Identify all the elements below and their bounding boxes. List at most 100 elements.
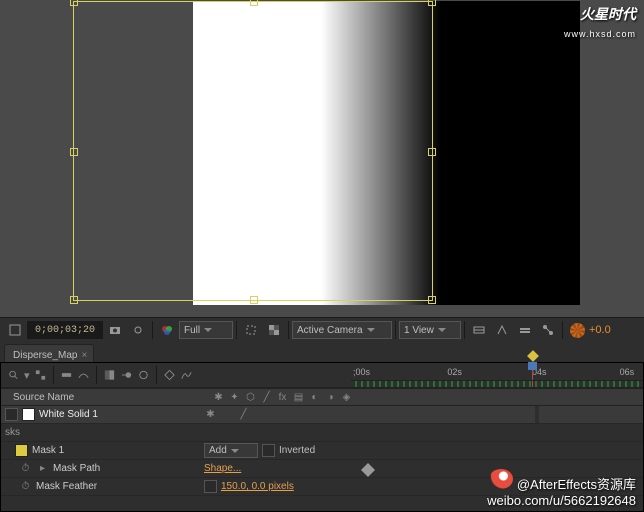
snapshot-button[interactable] xyxy=(104,320,126,340)
layer-row-white-solid[interactable]: White Solid 1 ✱ ╱ xyxy=(1,406,643,424)
fast-previews-button[interactable] xyxy=(491,320,513,340)
ruler-tick: ;00s xyxy=(353,367,370,377)
weibo-logo-icon xyxy=(489,469,513,489)
handle-bot-right[interactable] xyxy=(428,296,436,304)
masks-header-row: sks xyxy=(1,424,643,442)
av-motionblur-icon: ◐ xyxy=(308,391,321,404)
reset-exposure-button[interactable] xyxy=(566,320,588,340)
exposure-icon xyxy=(570,323,585,338)
tab-label: Disperse_Map xyxy=(13,350,77,361)
handle-mid-right[interactable] xyxy=(428,148,436,156)
camera-view-dropdown[interactable]: Active Camera xyxy=(292,321,392,339)
always-preview-button[interactable] xyxy=(4,320,26,340)
ruler-tick: 02s xyxy=(447,367,462,377)
constrain-proportions-checkbox[interactable] xyxy=(204,480,217,493)
close-icon[interactable]: × xyxy=(81,350,87,361)
flowchart-button[interactable] xyxy=(537,320,559,340)
watermark-top: 火星时代 www.hxsd.com xyxy=(564,4,636,40)
mask-feather-label: Mask Feather xyxy=(36,481,97,492)
layer-color-swatch[interactable] xyxy=(22,408,35,421)
mask-row[interactable]: Mask 1 Add Inverted xyxy=(1,442,643,460)
timeline-button[interactable] xyxy=(514,320,536,340)
graph-editor-button[interactable] xyxy=(180,369,193,382)
draft-3d-button[interactable] xyxy=(60,369,73,382)
timeline-track-header xyxy=(367,389,643,405)
stopwatch-icon[interactable]: ⏱ xyxy=(19,480,32,493)
av-shy-icon: ✱ xyxy=(212,391,225,404)
mask-mode-dropdown[interactable]: Add xyxy=(204,443,258,458)
cache-indicator xyxy=(351,380,643,387)
resolution-label: Full xyxy=(184,325,200,336)
chevron-down-icon xyxy=(204,328,212,332)
watermark-url: www.hxsd.com xyxy=(564,29,636,39)
video-toggle[interactable] xyxy=(5,408,18,421)
chevron-down-icon xyxy=(438,328,446,332)
quality-switch[interactable]: ╱ xyxy=(237,408,250,421)
av-collapse-icon: ⬡ xyxy=(244,391,257,404)
mask-inverted-checkbox[interactable] xyxy=(262,444,275,457)
view-count-dropdown[interactable]: 1 View xyxy=(399,321,461,339)
mask-color-swatch[interactable] xyxy=(15,444,28,457)
auto-keyframe-button[interactable] xyxy=(163,369,176,382)
handle-top-mid[interactable] xyxy=(250,0,258,6)
expand-icon[interactable]: ▸ xyxy=(36,462,49,475)
viewer-toolbar: 0;00;03;20 Full Active Camera 1 View +0.… xyxy=(0,317,644,343)
av-fx-icon: ✦ xyxy=(228,391,241,404)
keyframe-marker-icon xyxy=(526,349,540,363)
tab-disperse-map[interactable]: Disperse_Map × xyxy=(4,344,94,364)
resolution-dropdown[interactable]: Full xyxy=(179,321,233,339)
show-snapshot-button[interactable] xyxy=(127,320,149,340)
source-name-header[interactable]: Source Name xyxy=(1,389,208,405)
brainstorm-button[interactable] xyxy=(137,369,150,382)
search-icon[interactable] xyxy=(7,369,20,382)
av-adjust-icon: ◑ xyxy=(324,391,337,404)
masks-label: sks xyxy=(5,427,20,438)
chevron-down-icon xyxy=(231,449,239,453)
column-header-row: Source Name ✱ ✦ ⬡ ╱ fx ▤ ◐ ◑ ◈ xyxy=(1,388,643,406)
handle-top-left[interactable] xyxy=(70,0,78,6)
pixel-aspect-button[interactable] xyxy=(468,320,490,340)
av-frameblend-icon: ▤ xyxy=(292,391,305,404)
mask-shape-link[interactable]: Shape... xyxy=(204,463,241,474)
av-3d-icon: ◈ xyxy=(340,391,353,404)
comp-mini-flowchart-button[interactable] xyxy=(34,369,47,382)
mask-mode-label: Add xyxy=(209,445,227,456)
composition-viewer[interactable]: 火星时代 www.hxsd.com xyxy=(0,0,644,317)
chevron-down-icon xyxy=(367,328,375,332)
av-fx-icon: fx xyxy=(276,391,289,404)
channel-button[interactable] xyxy=(156,320,178,340)
mask-name: Mask 1 xyxy=(32,445,64,456)
exposure-value[interactable]: +0.0 xyxy=(589,324,611,336)
mask-feather-value[interactable]: 150.0, 0.0 pixels xyxy=(221,481,294,492)
viewcount-label: 1 View xyxy=(404,325,434,336)
handle-mid-left[interactable] xyxy=(70,148,78,156)
watermark-weibo: @AfterEffects资源库 weibo.com/u/5662192648 xyxy=(487,469,636,508)
weibo-handle: @AfterEffects资源库 xyxy=(517,477,636,492)
watermark-brand: 火星时代 xyxy=(580,6,636,22)
cti-handle-icon[interactable] xyxy=(528,362,537,370)
layer-name: White Solid 1 xyxy=(39,409,98,420)
shy-button[interactable] xyxy=(77,369,90,382)
mask-path-label: Mask Path xyxy=(53,463,100,474)
layer-split-gap xyxy=(535,406,539,423)
ruler-tick: 06s xyxy=(620,367,635,377)
camera-label: Active Camera xyxy=(297,325,363,336)
frame-blend-button[interactable] xyxy=(103,369,116,382)
timeline-tab-bar: Disperse_Map × xyxy=(0,342,644,364)
transparency-grid-button[interactable] xyxy=(263,320,285,340)
weibo-url: weibo.com/u/5662192648 xyxy=(487,493,636,508)
stopwatch-icon[interactable]: ⏱ xyxy=(19,462,32,475)
handle-top-right[interactable] xyxy=(428,0,436,6)
inverted-label: Inverted xyxy=(279,445,315,456)
av-quality-icon: ╱ xyxy=(260,391,273,404)
handle-bot-left[interactable] xyxy=(70,296,78,304)
roi-button[interactable] xyxy=(240,320,262,340)
timeline-toolbar: ▾ ;00s 02s 04s 06s xyxy=(1,363,643,388)
keyframe-icon[interactable] xyxy=(361,463,375,477)
handle-bot-mid[interactable] xyxy=(250,296,258,304)
layer-bounding-box[interactable] xyxy=(73,1,433,301)
current-time-display[interactable]: 0;00;03;20 xyxy=(27,321,103,339)
shy-switch[interactable]: ✱ xyxy=(204,408,217,421)
motion-blur-button[interactable] xyxy=(120,369,133,382)
switches-header: ✱ ✦ ⬡ ╱ fx ▤ ◐ ◑ ◈ xyxy=(208,389,367,405)
